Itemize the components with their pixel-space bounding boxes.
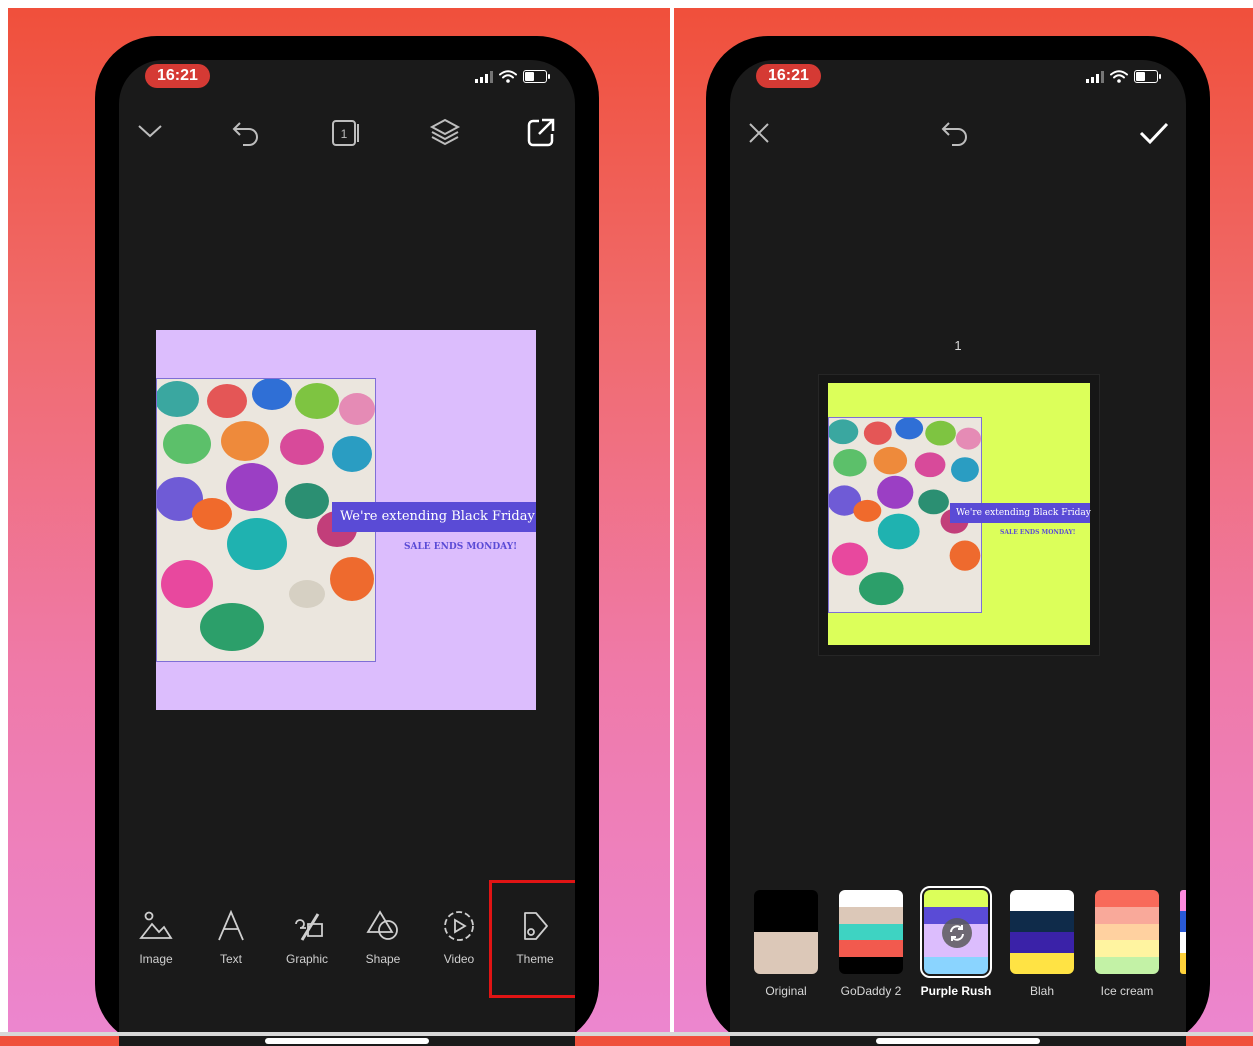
tool-graphic[interactable]: Graphic xyxy=(272,910,342,966)
left-phone: 16:21 1 We're extending Black Friday SAL… xyxy=(95,36,599,1046)
tool-shape-label: Shape xyxy=(365,952,401,966)
status-icons xyxy=(1086,70,1161,83)
home-indicator xyxy=(876,1038,1040,1044)
svg-text:1: 1 xyxy=(341,127,348,141)
share-icon[interactable] xyxy=(525,116,557,148)
confirm-check-icon[interactable] xyxy=(1138,118,1170,148)
wifi-icon xyxy=(1110,70,1128,83)
text-icon xyxy=(218,910,244,941)
page-number: 1 xyxy=(954,338,962,353)
theme-swatch-godaddy-2[interactable] xyxy=(839,890,903,974)
preview-frame: We're extending Black Friday SALE ENDS M… xyxy=(818,374,1100,656)
top-border xyxy=(0,0,1253,8)
tool-image[interactable]: Image xyxy=(121,910,191,966)
image-icon xyxy=(139,911,173,939)
bottom-border xyxy=(0,1032,1253,1036)
shape-icon xyxy=(366,910,398,940)
subtitle-text[interactable]: SALE ENDS MONDAY! xyxy=(404,542,517,552)
left-border xyxy=(0,0,8,1036)
collapse-chevron-icon[interactable] xyxy=(137,118,163,144)
close-icon[interactable] xyxy=(746,120,772,146)
right-screen: 16:21 1 We're extending Black Friday SAL… xyxy=(730,60,1186,1046)
banner-text: We're extending Black Friday xyxy=(950,503,1091,523)
theme-swatch-original[interactable] xyxy=(754,890,818,974)
theme-swatch-ice-cream[interactable] xyxy=(1095,890,1159,974)
design-canvas[interactable]: We're extending Black Friday SALE ENDS M… xyxy=(156,330,536,710)
tool-shape[interactable]: Shape xyxy=(348,910,418,966)
tool-video-label: Video xyxy=(443,952,475,966)
left-screen: 16:21 1 We're extending Black Friday SAL… xyxy=(119,60,575,1046)
pages-icon[interactable]: 1 xyxy=(330,118,362,148)
theme-label-purple-rush: Purple Rush xyxy=(920,984,992,998)
theme-label-ice-cream: Ice cream xyxy=(1100,984,1154,998)
signal-icon xyxy=(475,70,493,83)
tool-text[interactable]: Text xyxy=(196,910,266,966)
tool-text-label: Text xyxy=(219,952,242,966)
battery-icon xyxy=(1134,70,1161,83)
battery-icon xyxy=(523,70,550,83)
undo-icon[interactable] xyxy=(940,118,970,148)
theme-swatch-blah[interactable] xyxy=(1010,890,1074,974)
screenshot-divider xyxy=(670,0,674,1036)
subtitle-text: SALE ENDS MONDAY! xyxy=(1000,529,1076,536)
tool-image-label: Image xyxy=(139,952,173,966)
layers-icon[interactable] xyxy=(429,116,461,148)
status-time: 16:21 xyxy=(145,64,210,88)
graphic-icon xyxy=(295,913,323,941)
theme-swatch-purple-rush[interactable] xyxy=(920,886,992,978)
wifi-icon xyxy=(499,70,517,83)
theme-highlight-box xyxy=(489,880,575,998)
preview-canvas[interactable]: We're extending Black Friday SALE ENDS M… xyxy=(828,383,1091,645)
theme-swatch-partial[interactable] xyxy=(1180,890,1186,974)
refresh-icon[interactable] xyxy=(942,918,972,948)
status-time: 16:21 xyxy=(756,64,821,88)
signal-icon xyxy=(1086,70,1104,83)
undo-icon[interactable] xyxy=(231,118,261,148)
video-icon xyxy=(444,911,474,941)
status-icons xyxy=(475,70,550,83)
banner-text[interactable]: We're extending Black Friday xyxy=(332,502,536,532)
right-phone: 16:21 1 We're extending Black Friday SAL… xyxy=(706,36,1210,1046)
tool-graphic-label: Graphic xyxy=(285,952,329,966)
tool-video[interactable]: Video xyxy=(424,910,494,966)
home-indicator xyxy=(265,1038,429,1044)
